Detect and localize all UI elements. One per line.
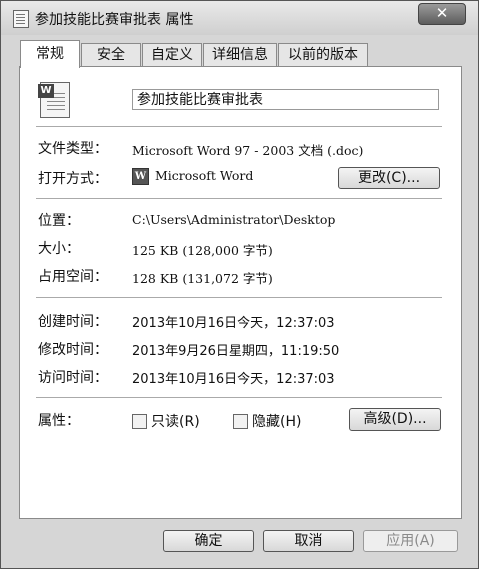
open-with-label: 打开方式： [38, 171, 108, 187]
divider [36, 397, 442, 398]
cancel-button[interactable]: 取消 [263, 530, 354, 552]
hidden-label[interactable]: 隐藏(H) [252, 411, 301, 431]
close-icon: ✕ [435, 4, 449, 22]
window-title: 参加技能比赛审批表 属性 [35, 12, 194, 28]
word-app-icon: W [132, 168, 149, 185]
word-document-icon: W [38, 82, 70, 118]
created-label: 创建时间： [38, 314, 108, 330]
file-type-label: 文件类型： [38, 141, 108, 157]
file-name-input[interactable]: 参加技能比赛审批表 [132, 89, 439, 110]
tab-previous-versions[interactable]: 以前的版本 [278, 43, 368, 67]
divider [36, 198, 442, 199]
location-label: 位置： [38, 213, 80, 229]
size-value: 125 KB (128,000 字节) [132, 243, 273, 258]
title-bar[interactable]: 参加技能比赛审批表 属性 ✕ [1, 1, 478, 35]
created-value: 2013年10月16日今天，12:37:03 [132, 316, 335, 331]
file-type-value: Microsoft Word 97 - 2003 文档 (.doc) [132, 143, 364, 158]
hidden-checkbox[interactable] [233, 414, 248, 429]
accessed-value: 2013年10月16日今天，12:37:03 [132, 372, 335, 387]
change-button[interactable]: 更改(C)... [338, 167, 440, 189]
tab-details[interactable]: 详细信息 [203, 43, 277, 67]
apply-button[interactable]: 应用(A) [363, 530, 458, 552]
size-on-disk-label: 占用空间： [38, 269, 108, 285]
properties-dialog: 参加技能比赛审批表 属性 ✕ 常规 安全 自定义 详细信息 以前的版本 W 参加… [0, 0, 479, 569]
readonly-checkbox[interactable] [132, 414, 147, 429]
open-with-value: W Microsoft Word [132, 168, 253, 185]
attributes-label: 属性： [38, 413, 80, 429]
divider [36, 126, 442, 127]
accessed-label: 访问时间： [38, 370, 108, 386]
tab-general[interactable]: 常规 [20, 40, 80, 68]
divider [36, 297, 442, 298]
advanced-button[interactable]: 高级(D)... [349, 408, 441, 431]
tab-custom[interactable]: 自定义 [142, 43, 202, 67]
size-label: 大小： [38, 241, 80, 257]
readonly-label[interactable]: 只读(R) [151, 411, 200, 431]
general-panel: W 参加技能比赛审批表 文件类型： Microsoft Word 97 - 20… [19, 66, 462, 519]
ok-button[interactable]: 确定 [163, 530, 254, 552]
tab-security[interactable]: 安全 [81, 43, 141, 67]
close-button[interactable]: ✕ [418, 3, 466, 25]
document-icon [13, 10, 29, 28]
location-value: C:\Users\Administrator\Desktop [132, 212, 336, 227]
size-on-disk-value: 128 KB (131,072 字节) [132, 271, 273, 286]
modified-value: 2013年9月26日星期四，11:19:50 [132, 344, 340, 359]
open-with-app: Microsoft Word [155, 168, 254, 183]
modified-label: 修改时间： [38, 342, 108, 358]
word-letter: W [38, 84, 54, 98]
